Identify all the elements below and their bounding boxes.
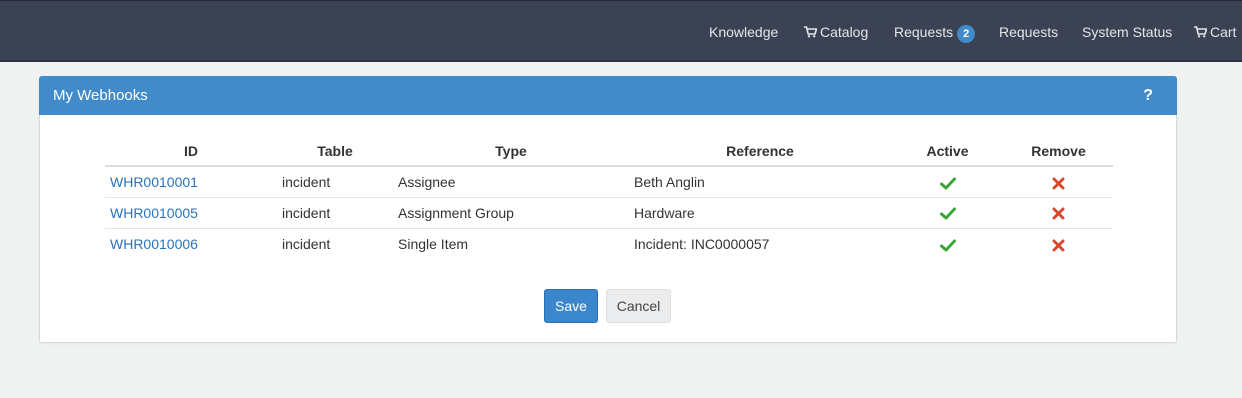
panel-heading: My Webhooks ? xyxy=(39,76,1177,115)
nav-system-status[interactable]: System Status xyxy=(1082,1,1172,63)
webhook-id-link[interactable]: WHR0010001 xyxy=(110,174,198,190)
table-header-row: ID Table Type Reference Active Remove xyxy=(105,137,1113,167)
check-icon[interactable] xyxy=(939,207,956,220)
nav-knowledge[interactable]: Knowledge xyxy=(709,1,778,63)
nav-catalog[interactable]: Catalog xyxy=(804,1,868,63)
x-icon[interactable] xyxy=(1052,207,1065,220)
row-active-cell xyxy=(891,227,1004,259)
check-icon[interactable] xyxy=(939,239,956,252)
row-table-cell: incident xyxy=(282,173,331,190)
cart-icon xyxy=(1194,26,1208,38)
row-id-cell: WHR0010006 xyxy=(105,227,277,259)
nav-requests-plain-label: Requests xyxy=(999,24,1059,40)
table-row: WHR0010001 incident Assignee Beth Anglin xyxy=(105,166,1113,197)
nav-requests[interactable]: Requests xyxy=(999,1,1058,63)
column-header-reference: Reference xyxy=(629,137,891,167)
nav-catalog-label: Catalog xyxy=(820,24,869,40)
x-icon[interactable] xyxy=(1052,239,1065,252)
question-icon[interactable]: ? xyxy=(1143,76,1153,115)
row-table-cell: incident xyxy=(277,227,393,259)
row-active-cell xyxy=(891,196,1004,228)
webhook-id-link[interactable]: WHR0010005 xyxy=(110,205,198,221)
webhook-id-link[interactable]: WHR0010006 xyxy=(110,236,198,252)
nav-requests-with-badge[interactable]: Requests 2 xyxy=(894,1,976,63)
row-remove-cell xyxy=(1004,227,1113,259)
table-row: WHR0010006 incident Single Item Incident… xyxy=(105,227,1113,259)
nav-system-status-label: System Status xyxy=(1082,24,1173,40)
nav-cart-label: Cart xyxy=(1210,24,1237,40)
column-header-type: Type xyxy=(393,137,629,167)
x-icon[interactable] xyxy=(1052,177,1065,190)
row-type-cell: Assignment Group xyxy=(393,196,629,228)
check-icon[interactable] xyxy=(939,177,956,190)
webhooks-table: ID Table Type Reference Active Remove WH… xyxy=(105,137,1113,259)
column-header-remove: Remove xyxy=(1004,137,1113,167)
row-type-cell: Assignee xyxy=(398,173,456,190)
top-navbar: Knowledge Catalog Requests 2 Requests Sys… xyxy=(0,0,1242,62)
row-id-cell: WHR0010005 xyxy=(105,196,277,228)
table-row: WHR0010005 incident Assignment Group Har… xyxy=(105,196,1113,228)
column-header-table: Table xyxy=(277,137,393,167)
cart-icon xyxy=(804,26,818,38)
row-type-cell: Single Item xyxy=(393,227,629,259)
row-reference-cell: Incident: INC0000057 xyxy=(629,227,891,259)
row-id-cell: WHR0010001 xyxy=(105,166,277,197)
save-button[interactable]: Save xyxy=(544,289,598,323)
nav-knowledge-label: Knowledge xyxy=(709,24,779,40)
column-header-active: Active xyxy=(891,137,1004,167)
row-remove-cell xyxy=(1004,196,1113,228)
row-remove-cell xyxy=(1004,166,1113,197)
row-active-cell xyxy=(891,166,1004,197)
cancel-button[interactable]: Cancel xyxy=(606,289,671,323)
nav-requests-label: Requests xyxy=(894,24,954,40)
row-table-cell: incident xyxy=(277,196,393,228)
row-reference-cell: Beth Anglin xyxy=(634,173,705,190)
nav-cart[interactable]: Cart xyxy=(1194,1,1236,63)
column-header-id: ID xyxy=(105,137,277,167)
webhooks-panel: My Webhooks ? ID Table Type Reference Ac… xyxy=(39,76,1177,343)
requests-count-badge: 2 xyxy=(957,25,976,43)
panel-title: My Webhooks xyxy=(53,87,148,104)
row-reference-cell: Hardware xyxy=(629,196,891,228)
